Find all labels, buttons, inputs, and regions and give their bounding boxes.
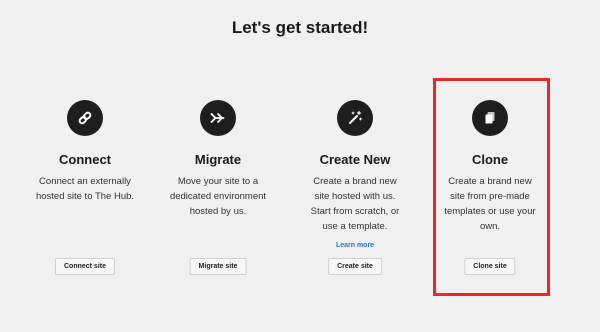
card-title: Clone [471,152,509,167]
card-description: Move your site to a dedicated environmen… [169,176,267,217]
card-connect: Connect Connect an externally hosted sit… [25,100,145,275]
connect-site-button[interactable]: Connect site [54,258,116,275]
copy-pages-icon [472,100,508,136]
card-title: Create New [319,152,391,167]
link-icon [67,100,103,136]
card-clone: Clone Create a brand new site from pre-m… [430,100,550,275]
migrate-site-button[interactable]: Migrate site [189,258,247,275]
card-title: Connect [59,152,111,167]
card-migrate: Migrate Move your site to a dedicated en… [158,100,278,275]
card-create-new: Create New Create a brand new site hoste… [295,100,415,275]
learn-more-link[interactable]: Learn more [295,242,415,249]
card-title: Migrate [194,152,242,167]
create-site-button[interactable]: Create site [328,258,382,275]
card-description: Connect an externally hosted site to The… [35,176,135,202]
clone-site-button[interactable]: Clone site [464,258,516,275]
card-description: Create a brand new site from pre-made te… [444,176,536,232]
migrate-arrows-icon [200,100,236,136]
magic-wand-icon [337,100,373,136]
card-description: Create a brand new site hosted with us. … [310,176,400,232]
page-title: Let's get started! [231,18,369,37]
